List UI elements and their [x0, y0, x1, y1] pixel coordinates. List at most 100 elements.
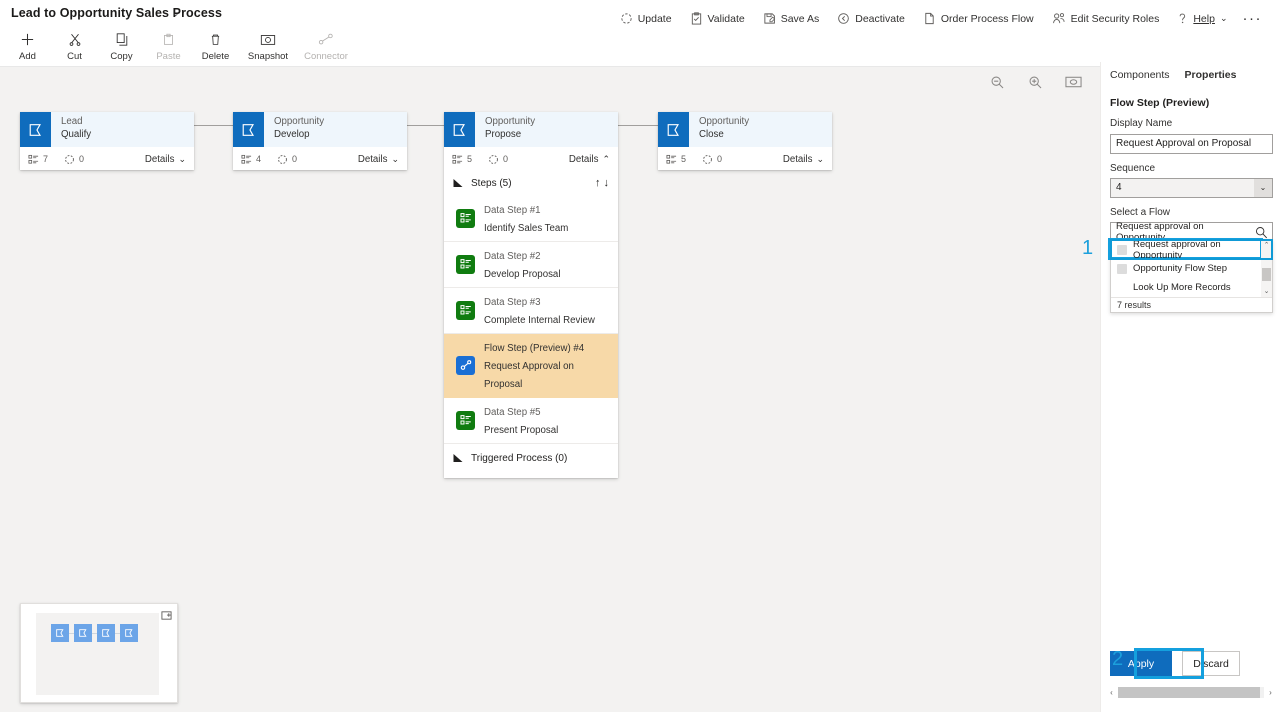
stage-process-count: 0 — [503, 154, 509, 164]
minimap[interactable] — [20, 603, 178, 703]
save-as-icon — [764, 13, 775, 24]
edit-security-roles-label: Edit Security Roles — [1070, 12, 1160, 25]
display-name-input[interactable] — [1110, 133, 1273, 154]
scrollbar-track[interactable] — [1118, 687, 1264, 698]
refresh-icon — [621, 13, 632, 24]
toolbar-connector-button[interactable]: Connector — [297, 28, 355, 62]
triggered-process-section-header[interactable]: Triggered Process (0) — [444, 444, 618, 472]
stage-icon — [658, 112, 689, 147]
overflow-menu-button[interactable]: ··· — [1237, 10, 1273, 28]
step-row[interactable]: Data Step #3 Complete Internal Review — [444, 288, 618, 334]
dotted-circle-icon — [278, 154, 287, 164]
sequence-field-group: Sequence 4 ⌄ — [1101, 154, 1280, 198]
data-step-icon — [456, 208, 475, 228]
stage-card-opportunity-close[interactable]: Opportunity Close 5 0 Details ⌄ — [658, 112, 832, 170]
tab-properties[interactable]: Properties — [1185, 69, 1237, 86]
steps-section-header[interactable]: Steps (5) ↑ ↓ — [444, 170, 618, 196]
move-step-down-icon[interactable]: ↓ — [604, 177, 610, 189]
stage-footer: 4 0 Details ⌄ — [233, 147, 407, 170]
stage-details-toggle[interactable]: Details ⌄ — [783, 154, 824, 165]
toolbar-add-label: Add — [19, 51, 36, 62]
step-row[interactable]: Data Step #5 Present Proposal — [444, 398, 618, 444]
save-as-button[interactable]: Save As — [754, 8, 829, 29]
step-row-selected[interactable]: Flow Step (Preview) #4 Request Approval … — [444, 334, 618, 398]
stage-details-label: Details — [568, 153, 599, 165]
toolbar-copy-button[interactable]: Copy — [98, 28, 145, 62]
top-command-bar: Lead to Opportunity Sales Process ⌄ Add … — [0, 0, 1280, 67]
deactivate-button[interactable]: Deactivate — [828, 8, 914, 29]
scroll-left-icon[interactable]: ‹ — [1105, 688, 1118, 697]
minimap-expand-icon[interactable] — [161, 608, 172, 626]
step-row[interactable]: Data Step #2 Develop Proposal — [444, 242, 618, 288]
deactivate-icon — [838, 13, 850, 24]
flow-results-dropdown: ⌃ ⌄ Request approval on Opportunity Oppo… — [1110, 239, 1273, 313]
sequence-chevron-down-icon[interactable]: ⌄ — [1254, 178, 1272, 197]
stage-process-stat: 0 — [64, 154, 84, 165]
order-process-flow-label: Order Process Flow — [940, 12, 1034, 25]
question-icon — [1180, 13, 1186, 24]
stage-details-toggle[interactable]: Details ⌄ — [358, 154, 399, 165]
fit-to-screen-icon[interactable] — [1063, 72, 1083, 92]
properties-panel: Components Properties Flow Step (Preview… — [1100, 62, 1280, 712]
toolbar-connector-label: Connector — [304, 51, 348, 62]
stage-details-toggle[interactable]: Details ⌄ — [145, 154, 186, 165]
flow-option-look-up-more-records[interactable]: Look Up More Records — [1111, 278, 1272, 297]
discard-button[interactable]: Discard — [1182, 651, 1240, 676]
flow-option-request-approval-on-opportunity[interactable]: Request approval on Opportunity — [1110, 239, 1273, 261]
edit-security-roles-button[interactable]: Edit Security Roles — [1043, 8, 1169, 29]
stage-card-opportunity-propose[interactable]: Opportunity Propose 5 0 Details ⌃ Steps … — [444, 112, 618, 478]
stage-steps-body: Steps (5) ↑ ↓ Data Step #1 Identify Sale… — [444, 170, 618, 478]
move-step-up-icon[interactable]: ↑ — [595, 177, 601, 189]
triangle-expanded-icon — [453, 178, 463, 188]
toolbar-paste-button[interactable]: Paste — [145, 28, 192, 62]
toolbar-snapshot-button[interactable]: Snapshot — [239, 28, 297, 62]
stage-fields-count: 5 — [467, 154, 473, 164]
scrollbar-thumb[interactable] — [1262, 268, 1271, 281]
flow-results-list: ⌃ ⌄ Request approval on Opportunity Oppo… — [1110, 239, 1273, 297]
flow-option-opportunity-flow-step[interactable]: Opportunity Flow Step — [1111, 259, 1272, 278]
camera-icon — [260, 31, 276, 48]
step-name: Complete Internal Review — [484, 315, 595, 326]
zoom-in-icon[interactable] — [1025, 72, 1045, 92]
stage-entity: Opportunity — [485, 116, 536, 127]
select-a-flow-label: Select a Flow — [1110, 206, 1171, 218]
tab-components[interactable]: Components — [1110, 69, 1170, 86]
stage-details-toggle[interactable]: Details ⌃ — [569, 154, 610, 165]
stage-details-label: Details — [144, 153, 175, 165]
stage-process-count: 0 — [79, 154, 85, 164]
page-title: Lead to Opportunity Sales Process — [11, 6, 222, 20]
results-count: 7 results — [1111, 297, 1272, 312]
panel-horizontal-scrollbar[interactable]: ‹ › — [1105, 686, 1277, 699]
toolbar-delete-button[interactable]: Delete — [192, 28, 239, 62]
help-button[interactable]: Help ⌄ — [1168, 8, 1236, 29]
fields-icon — [452, 154, 463, 164]
update-button[interactable]: Update — [611, 8, 681, 29]
title-chevron-down-icon[interactable]: ⌄ — [172, 8, 180, 19]
minimap-stage-tile — [74, 624, 92, 642]
step-type: Data Step #3 — [484, 297, 541, 308]
toolbar-cut-label: Cut — [67, 51, 82, 62]
stage-name: Propose — [485, 129, 522, 140]
stage-card-lead-qualify[interactable]: Lead Qualify 7 0 Details ⌄ — [20, 112, 194, 170]
plus-icon — [20, 31, 35, 48]
scissors-icon — [68, 31, 82, 48]
scroll-down-icon[interactable]: ⌄ — [1264, 286, 1270, 297]
toolbar-add-button[interactable]: Add — [4, 28, 51, 62]
stage-icon — [233, 112, 264, 147]
step-row[interactable]: Data Step #1 Identify Sales Team — [444, 196, 618, 242]
help-chevron-down-icon: ⌄ — [1219, 13, 1228, 23]
minimap-viewport — [36, 613, 159, 695]
clipboard-check-icon — [691, 12, 701, 25]
step-type: Data Step #1 — [484, 205, 541, 216]
validate-button[interactable]: Validate — [681, 8, 754, 29]
scroll-right-icon[interactable]: › — [1264, 688, 1277, 697]
sequence-select[interactable]: 4 — [1110, 177, 1273, 198]
stage-card-opportunity-develop[interactable]: Opportunity Develop 4 0 Details ⌄ — [233, 112, 407, 170]
stage-fields-count: 7 — [43, 154, 49, 164]
toolbar-cut-button[interactable]: Cut — [51, 28, 98, 62]
stage-name: Qualify — [61, 129, 92, 140]
scrollbar-thumb[interactable] — [1118, 687, 1260, 698]
zoom-out-icon[interactable] — [987, 72, 1007, 92]
order-process-flow-button[interactable]: Order Process Flow — [914, 8, 1043, 29]
stage-connector — [618, 125, 658, 126]
